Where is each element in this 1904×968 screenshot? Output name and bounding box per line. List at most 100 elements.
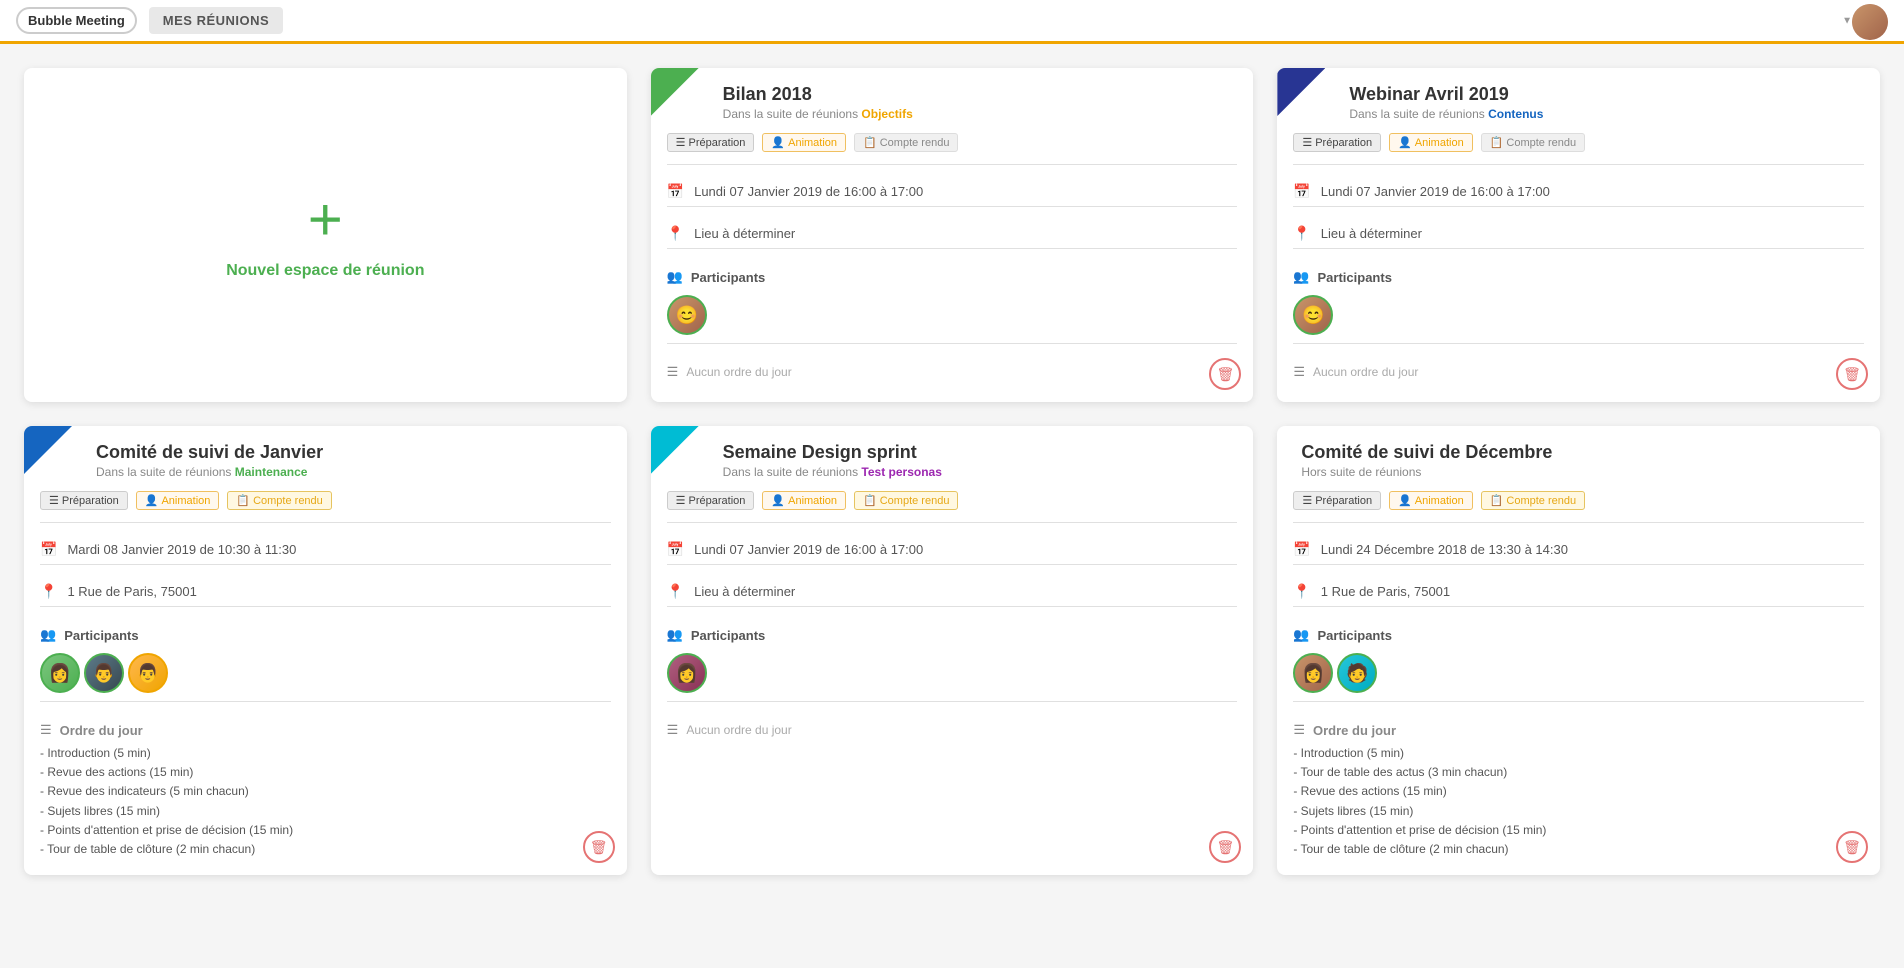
- face-3-cj: 👨: [130, 655, 166, 691]
- new-meeting-plus-icon: +: [308, 190, 343, 250]
- participants-bilan2018: 👥 Participants 😊: [651, 261, 1254, 343]
- badge-prep-comite-janvier[interactable]: ☰ Préparation: [40, 491, 128, 510]
- location-comite-decembre: 1 Rue de Paris, 75001: [1321, 584, 1450, 599]
- agenda-item-2-cd: - Tour de table des actus (3 min chacun): [1293, 763, 1864, 782]
- divider-semaine-design: [667, 522, 1238, 523]
- suite-name-comite-janvier[interactable]: Maintenance: [235, 465, 308, 479]
- badge-prep-semaine-design[interactable]: ☰ Préparation: [667, 491, 755, 510]
- card-suite-comite-decembre: Hors suite de réunions: [1301, 465, 1552, 479]
- badge-compte-webinar2019[interactable]: 📋 Compte rendu: [1481, 133, 1585, 152]
- location-semaine-design: Lieu à déterminer: [694, 584, 795, 599]
- badges-bilan2018: ☰ Préparation 👤 Animation 📋 Compte rendu: [651, 133, 1254, 164]
- participants-comite-janvier: 👥 Participants 👩 👨 👨: [24, 619, 627, 701]
- agenda-title-comite-janvier: Ordre du jour: [60, 723, 143, 738]
- badges-comite-decembre: ☰ Préparation 👤 Animation 📋 Compte rendu: [1277, 491, 1880, 522]
- avatar[interactable]: [1852, 4, 1888, 40]
- mes-reunions-button[interactable]: MES RÉUNIONS: [149, 7, 283, 34]
- calendar-icon-webinar2019: 📅: [1293, 183, 1310, 200]
- delete-webinar2019[interactable]: 🗑: [1836, 358, 1868, 390]
- divider3-semaine-design: [667, 606, 1238, 607]
- badge-prep-comite-decembre[interactable]: ☰ Préparation: [1293, 491, 1381, 510]
- delete-comite-janvier[interactable]: 🗑: [583, 831, 615, 863]
- suite-name-semaine-design[interactable]: Test personas: [861, 465, 941, 479]
- agenda-item-6-cj: - Tour de table de clôture (2 min chacun…: [40, 840, 611, 859]
- corner-comite-janvier: [24, 426, 72, 474]
- date-webinar2019: Lundi 07 Janvier 2019 de 16:00 à 17:00: [1321, 184, 1550, 199]
- divider3-comite-decembre: [1293, 606, 1864, 607]
- no-agenda-semaine-design: Aucun ordre du jour: [686, 723, 791, 737]
- badge-anim-webinar2019[interactable]: 👤 Animation: [1389, 133, 1473, 152]
- badge-compte-bilan2018[interactable]: 📋 Compte rendu: [854, 133, 958, 152]
- card-suite-semaine-design: Dans la suite de réunions Test personas: [723, 465, 942, 479]
- agenda-label-comite-janvier: ☰ Ordre du jour: [40, 722, 611, 738]
- divider3-bilan2018: [667, 248, 1238, 249]
- badge-compte-comite-janvier[interactable]: 📋 Compte rendu: [227, 491, 331, 510]
- compte-icon-cj: 📋: [236, 494, 250, 507]
- corner-bilan2018: [651, 68, 699, 116]
- card-title-bilan2018: Bilan 2018: [723, 84, 913, 105]
- compte-icon-sd: 📋: [863, 494, 877, 507]
- location-icon-comite-janvier: 📍: [40, 583, 57, 600]
- compte-icon-w: 📋: [1490, 136, 1504, 149]
- calendar-icon-comite-janvier: 📅: [40, 541, 57, 558]
- logo[interactable]: Bubble Meeting: [16, 7, 137, 34]
- participants-webinar2019: 👥 Participants 😊: [1277, 261, 1880, 343]
- badge-prep-webinar2019[interactable]: ☰ Préparation: [1293, 133, 1381, 152]
- agenda-item-4-cd: - Sujets libres (15 min): [1293, 802, 1864, 821]
- avatars-bilan2018: 😊: [667, 295, 1238, 335]
- divider4-webinar2019: [1293, 343, 1864, 344]
- date-comite-janvier: Mardi 08 Janvier 2019 de 10:30 à 11:30: [67, 542, 296, 557]
- badge-compte-semaine-design[interactable]: 📋 Compte rendu: [854, 491, 958, 510]
- location-row-comite-janvier: 📍 1 Rue de Paris, 75001: [24, 577, 627, 606]
- anim-icon: 👤: [771, 136, 785, 149]
- divider-bilan2018: [667, 164, 1238, 165]
- face-1-sd: 👩: [669, 655, 705, 691]
- divider2-comite-janvier: [40, 564, 611, 565]
- date-comite-decembre: Lundi 24 Décembre 2018 de 13:30 à 14:30: [1321, 542, 1568, 557]
- suite-name-webinar2019[interactable]: Contenus: [1488, 107, 1543, 121]
- agenda-item-1-cd: - Introduction (5 min): [1293, 744, 1864, 763]
- header: Bubble Meeting MES RÉUNIONS ▼: [0, 0, 1904, 44]
- avatar-1-comite-janvier: 👩: [40, 653, 80, 693]
- suite-name-bilan2018[interactable]: Objectifs: [861, 107, 912, 121]
- badge-anim-comite-janvier[interactable]: 👤 Animation: [136, 491, 220, 510]
- date-bilan2018: Lundi 07 Janvier 2019 de 16:00 à 17:00: [694, 184, 923, 199]
- agenda-icon-comite-janvier: ☰: [40, 722, 52, 738]
- badge-prep-bilan2018[interactable]: ☰ Préparation: [667, 133, 755, 152]
- badge-anim-comite-decembre[interactable]: 👤 Animation: [1389, 491, 1473, 510]
- location-icon-webinar2019: 📍: [1293, 225, 1310, 242]
- badge-compte-comite-decembre[interactable]: 📋 Compte rendu: [1481, 491, 1585, 510]
- divider2-bilan2018: [667, 206, 1238, 207]
- delete-comite-decembre[interactable]: 🗑: [1836, 831, 1868, 863]
- avatar-2-comite-janvier: 👨: [84, 653, 124, 693]
- divider3-comite-janvier: [40, 606, 611, 607]
- compte-icon: 📋: [863, 136, 877, 149]
- participants-icon-bilan2018: 👥: [667, 269, 683, 285]
- card-title-comite-decembre: Comité de suivi de Décembre: [1301, 442, 1552, 463]
- new-meeting-card[interactable]: + Nouvel espace de réunion: [24, 68, 627, 402]
- title-area-semaine-design: Semaine Design sprint Dans la suite de r…: [723, 442, 942, 479]
- agenda-label-webinar2019: ☰ Aucun ordre du jour: [1293, 364, 1864, 380]
- delete-bilan2018[interactable]: 🗑: [1209, 358, 1241, 390]
- agenda-label-comite-decembre: ☰ Ordre du jour: [1293, 722, 1864, 738]
- card-suite-comite-janvier: Dans la suite de réunions Maintenance: [96, 465, 323, 479]
- calendar-icon-bilan2018: 📅: [667, 183, 684, 200]
- face-1-cd: 👩: [1295, 655, 1331, 691]
- avatar-1-bilan2018: 😊: [667, 295, 707, 335]
- card-semaine-design: Semaine Design sprint Dans la suite de r…: [651, 426, 1254, 875]
- avatars-comite-janvier: 👩 👨 👨: [40, 653, 611, 693]
- divider4-bilan2018: [667, 343, 1238, 344]
- avatar-dropdown-icon[interactable]: ▼: [1842, 15, 1852, 26]
- card-header-comite-janvier: Comité de suivi de Janvier Dans la suite…: [24, 426, 627, 491]
- agenda-item-4-cj: - Sujets libres (15 min): [40, 802, 611, 821]
- prep-icon-cj: ☰: [49, 494, 59, 507]
- agenda-bilan2018: ☰ Aucun ordre du jour: [651, 356, 1254, 380]
- date-row-semaine-design: 📅 Lundi 07 Janvier 2019 de 16:00 à 17:00: [651, 535, 1254, 564]
- date-row-webinar2019: 📅 Lundi 07 Janvier 2019 de 16:00 à 17:00: [1277, 177, 1880, 206]
- divider4-semaine-design: [667, 701, 1238, 702]
- badge-anim-semaine-design[interactable]: 👤 Animation: [762, 491, 846, 510]
- delete-semaine-design[interactable]: 🗑: [1209, 831, 1241, 863]
- agenda-icon-webinar2019: ☰: [1293, 364, 1305, 380]
- badge-anim-bilan2018[interactable]: 👤 Animation: [762, 133, 846, 152]
- agenda-item-6-cd: - Tour de table de clôture (2 min chacun…: [1293, 840, 1864, 859]
